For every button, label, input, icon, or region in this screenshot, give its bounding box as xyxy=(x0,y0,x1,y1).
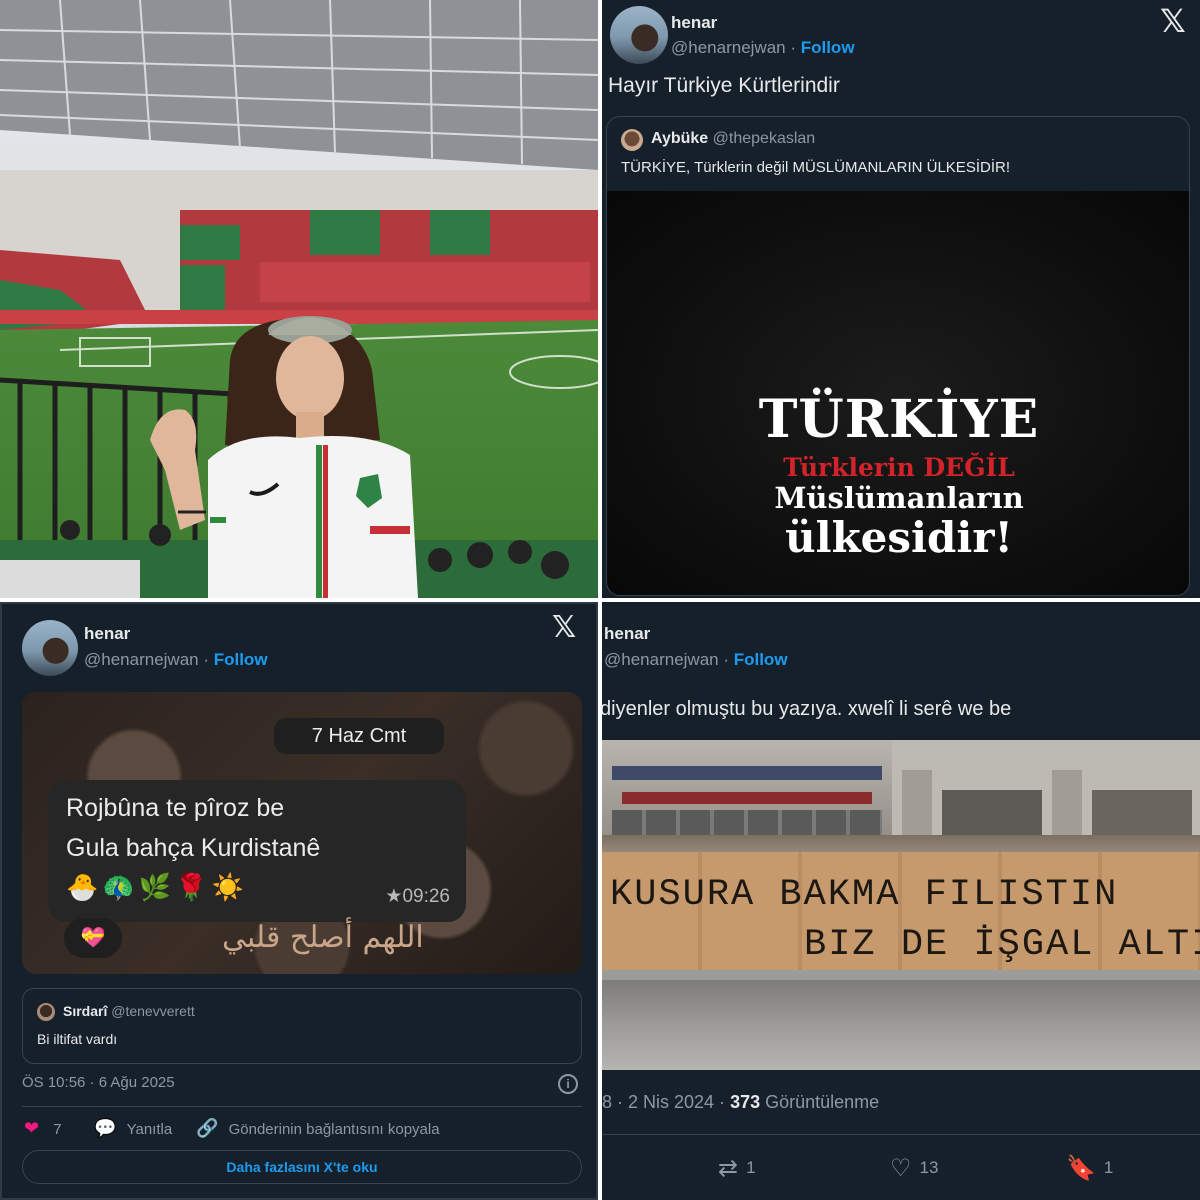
user-handle: @henarnejwan · Follow xyxy=(671,38,855,57)
road xyxy=(602,980,1200,1070)
tweet-panel-bottom-right: henar @henarnejwan · Follow diyenler olm… xyxy=(602,602,1200,1200)
avatar[interactable] xyxy=(610,6,668,64)
x-logo-icon[interactable]: 𝕏 xyxy=(552,610,576,645)
graffiti-line-1: KUSURA BAKMA FILISTIN xyxy=(610,874,1119,916)
chat-date-chip: 7 Haz Cmt xyxy=(274,718,444,754)
quoted-tweet[interactable]: Aybüke @thepekaslan TÜRKİYE, Türklerin d… xyxy=(606,116,1190,596)
user-name[interactable]: henar xyxy=(604,624,650,644)
view-count: 373 xyxy=(730,1092,761,1112)
read-more-button[interactable]: Daha fazlasını X'te oku xyxy=(22,1150,582,1184)
chat-time: ★09:26 xyxy=(385,886,450,907)
bookmark-action[interactable]: 🔖 1 xyxy=(1066,1154,1113,1183)
street-photo: KUSURA BAKMA FILISTIN BIZ DE İŞGAL ALTIN… xyxy=(602,740,1200,1070)
user-handle: @henarnejwan · Follow xyxy=(604,650,788,669)
handle-text[interactable]: @henarnejwan xyxy=(604,650,719,669)
quote-user-handle: @thepekaslan xyxy=(712,130,816,147)
chat-bubble: Rojbûna te pîroz be Gula bahça Kurdistan… xyxy=(48,780,466,922)
follow-button[interactable]: Follow xyxy=(801,38,855,57)
graffiti-line-2: BIZ DE İŞGAL ALTINDA xyxy=(804,924,1200,966)
handle-text[interactable]: @henarnejwan xyxy=(671,38,786,57)
quote-text: Bi iltifat vardı xyxy=(37,1031,118,1047)
user-name[interactable]: henar xyxy=(84,624,130,644)
tweet-timestamp[interactable]: ÖS 10:56 · 6 Ağu 2025 xyxy=(22,1074,175,1091)
quote-user-name: Aybüke xyxy=(651,130,709,147)
views-label: Görüntülenme xyxy=(760,1092,880,1112)
copy-link-action[interactable]: 🔗 Gönderinin bağlantısını kopyala xyxy=(196,1118,440,1139)
retweet-count: 1 xyxy=(746,1157,756,1177)
retweet-action[interactable]: ⇄ 1 xyxy=(718,1154,756,1183)
follow-button[interactable]: Follow xyxy=(214,650,268,669)
quote-user-handle: @tenevverett xyxy=(111,1003,195,1019)
heart-icon: ♡ xyxy=(890,1155,912,1182)
link-icon: 🔗 xyxy=(196,1118,219,1138)
poster-title: TÜRKİYE xyxy=(758,389,1040,450)
divider xyxy=(602,1134,1200,1135)
bookmark-icon: 🔖 xyxy=(1066,1155,1096,1182)
avatar[interactable] xyxy=(22,620,78,676)
tweet-meta: 8 · 2 Nis 2024 · 373 Görüntülenme xyxy=(602,1092,879,1113)
quote-text: TÜRKİYE, Türklerin değil MÜSLÜMANLARIN Ü… xyxy=(621,159,1010,176)
chat-line-1: Rojbûna te pîroz be xyxy=(66,794,285,822)
handle-text[interactable]: @henarnejwan xyxy=(84,650,199,669)
like-action[interactable]: ❤ 7 xyxy=(24,1118,62,1139)
like-count: 7 xyxy=(53,1121,62,1138)
stadium-photo xyxy=(0,0,598,598)
poster-line4: ülkesidir! xyxy=(785,513,1013,562)
chat-screenshot: 7 Haz Cmt Rojbûna te pîroz be Gula bahça… xyxy=(22,692,582,974)
x-logo-icon[interactable]: 𝕏 xyxy=(1160,2,1186,40)
copy-link-label: Gönderinin bağlantısını kopyala xyxy=(228,1121,440,1138)
stadium-photo-illustration xyxy=(0,0,598,598)
info-icon[interactable]: i xyxy=(558,1074,578,1094)
shop-sign xyxy=(612,766,882,780)
reply-action[interactable]: 💬 Yanıtla xyxy=(94,1118,172,1139)
tweet-text: Hayır Türkiye Kürtlerindir xyxy=(608,74,840,97)
quote-avatar xyxy=(37,1003,55,1021)
heart-icon: ❤ xyxy=(24,1118,40,1138)
tweet-date[interactable]: 8 · 2 Nis 2024 · xyxy=(602,1092,730,1112)
like-count: 13 xyxy=(919,1157,939,1177)
reply-label: Yanıtla xyxy=(126,1121,173,1138)
quoted-tweet[interactable]: Sırdarî @tenevverett Bi iltifat vardı xyxy=(22,988,582,1064)
like-action[interactable]: ♡ 13 xyxy=(890,1154,938,1183)
shop-sign xyxy=(622,792,872,804)
plywood-wall: KUSURA BAKMA FILISTIN BIZ DE İŞGAL ALTIN… xyxy=(602,852,1200,970)
reply-bubble-icon: 💬 xyxy=(94,1118,117,1138)
chat-emojis: 🐣🦚🌿🌹☀️ xyxy=(66,872,248,902)
chat-line-2: Gula bahça Kurdistanê xyxy=(66,834,321,862)
quote-avatar xyxy=(621,129,643,151)
quote-user: Sırdarî @tenevverett xyxy=(63,1003,195,1019)
tweet-panel-bottom-left: henar @henarnejwan · Follow 𝕏 7 Haz Cmt … xyxy=(0,602,598,1200)
poster-line3: Müslümanların xyxy=(774,481,1024,515)
quote-user: Aybüke @thepekaslan xyxy=(651,130,815,148)
bookmark-count: 1 xyxy=(1103,1157,1114,1177)
chat-reaction: 💝 xyxy=(64,918,122,958)
retweet-icon: ⇄ xyxy=(718,1155,739,1182)
user-name[interactable]: henar xyxy=(671,13,717,33)
tweet-text: diyenler olmuştu bu yazıya. xwelî li ser… xyxy=(602,698,1012,720)
user-handle: @henarnejwan · Follow xyxy=(84,650,268,669)
poster-line2: Türklerin DEĞİL xyxy=(783,453,1015,482)
quote-user-name: Sırdarî xyxy=(63,1003,108,1019)
follow-button[interactable]: Follow xyxy=(734,650,788,669)
quote-image: TÜRKİYE Türklerin DEĞİL Müslümanların ül… xyxy=(607,191,1189,595)
divider xyxy=(22,1106,582,1107)
arabic-caption: اللهم أصلح قلبي xyxy=(222,920,424,955)
